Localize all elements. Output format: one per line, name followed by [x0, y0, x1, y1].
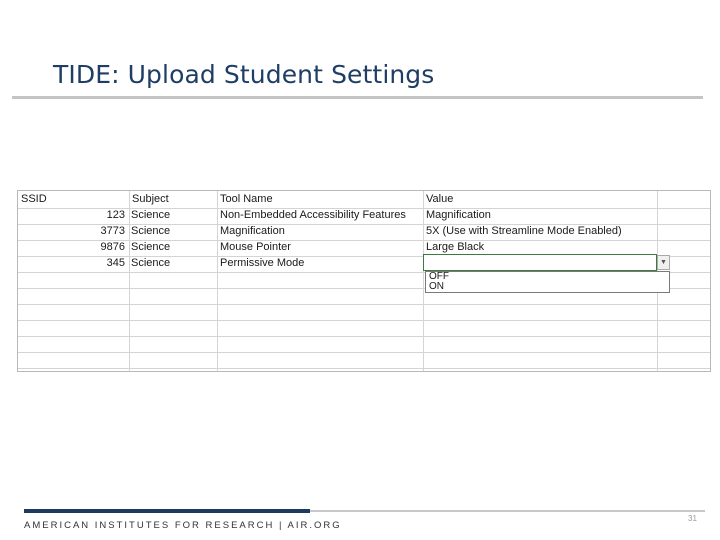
- cell-ssid[interactable]: 123: [21, 207, 125, 224]
- spreadsheet: SSID Subject Tool Name Value 123 Science…: [17, 190, 711, 372]
- cell-ssid[interactable]: 345: [21, 255, 125, 272]
- cell-value[interactable]: Magnification: [426, 207, 656, 224]
- cell-subject[interactable]: Science: [131, 255, 215, 272]
- cell-subject[interactable]: Science: [131, 239, 215, 256]
- title-divider: [12, 96, 703, 99]
- footer-divider: [310, 510, 705, 512]
- page-number: 31: [688, 514, 697, 523]
- footer-accent-bar: [24, 509, 310, 513]
- footer-text: AMERICAN INSTITUTES FOR RESEARCH | AIR.O…: [24, 520, 342, 531]
- cell-ssid[interactable]: 9876: [21, 239, 125, 256]
- header-value[interactable]: Value: [426, 191, 654, 208]
- empty-row: [18, 351, 710, 369]
- cell-subject[interactable]: Science: [131, 207, 215, 224]
- header-ssid[interactable]: SSID: [21, 191, 126, 208]
- dropdown-option-off[interactable]: OFF: [426, 272, 669, 282]
- dropdown-option-on[interactable]: ON: [426, 282, 669, 292]
- slide-title: TIDE: Upload Student Settings: [53, 60, 435, 89]
- cell-tool-name[interactable]: Magnification: [220, 223, 422, 240]
- cell-tool-name[interactable]: Non-Embedded Accessibility Features: [220, 207, 422, 224]
- cell-tool-name[interactable]: Mouse Pointer: [220, 239, 422, 256]
- header-tool-name[interactable]: Tool Name: [220, 191, 420, 208]
- dropdown-arrow-icon[interactable]: ▼: [657, 255, 670, 270]
- selected-value-cell[interactable]: [423, 254, 657, 271]
- cell-value[interactable]: 5X (Use with Streamline Mode Enabled): [426, 223, 666, 240]
- dropdown-list: OFF ON: [425, 271, 670, 293]
- cell-subject[interactable]: Science: [131, 223, 215, 240]
- cell-tool-name[interactable]: Permissive Mode: [220, 255, 422, 272]
- cell-ssid[interactable]: 3773: [21, 223, 125, 240]
- header-subject[interactable]: Subject: [132, 191, 216, 208]
